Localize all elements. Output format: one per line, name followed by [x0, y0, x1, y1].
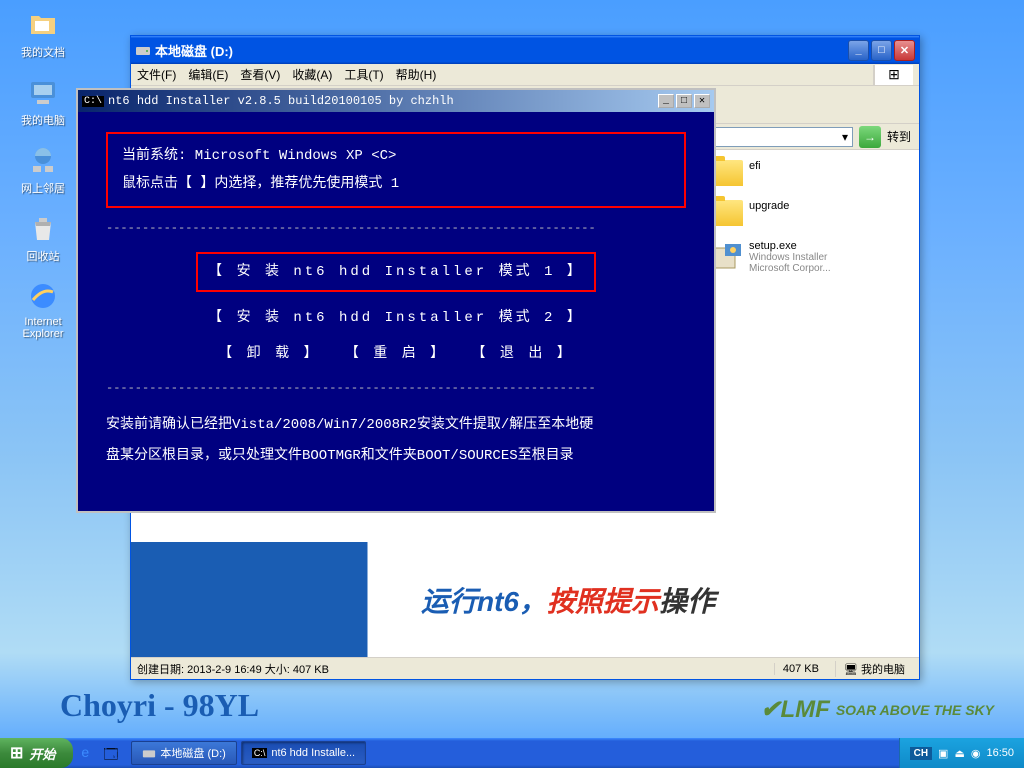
desktop-ie[interactable]: Internet Explorer — [8, 280, 78, 340]
tray-safe-remove-icon[interactable]: ⏏ — [954, 747, 964, 760]
desktop-label: 网上邻居 — [8, 180, 78, 196]
desktop-recycle-bin[interactable]: 回收站 — [8, 212, 78, 264]
taskbar: ⊞ 开始 e 🗔 本地磁盘 (D:) C:\ nt6 hdd Installe.… — [0, 738, 1024, 768]
desktop-network[interactable]: 网上邻居 — [8, 144, 78, 196]
maximize-button[interactable]: □ — [676, 94, 692, 108]
system-info-box: 当前系统: Microsoft Windows XP <C> 鼠标点击【 】内选… — [106, 132, 686, 208]
installer-options: 【 安 装 nt6 hdd Installer 模式 1 】 【 安 装 nt6… — [106, 248, 686, 368]
desktop-label: 回收站 — [8, 248, 78, 264]
status-size: 407 KB — [774, 663, 827, 675]
desktop-my-computer[interactable]: 我的电脑 — [8, 76, 78, 128]
menu-view[interactable]: 查看(V) — [240, 66, 280, 83]
desktop-label: 我的电脑 — [8, 112, 78, 128]
menu-edit[interactable]: 编辑(E) — [188, 66, 228, 83]
explorer-titlebar[interactable]: 本地磁盘 (D:) _ □ ✕ — [131, 36, 919, 64]
uninstall-button[interactable]: 【 卸 载 】 — [210, 342, 328, 366]
desktop-my-documents[interactable]: 我的文档 — [8, 8, 78, 60]
installer-note: 安装前请确认已经把Vista/2008/Win7/2008R2安装文件提取/解压… — [106, 410, 686, 472]
menu-favorites[interactable]: 收藏(A) — [292, 66, 332, 83]
status-location: 🖥 我的电脑 — [835, 661, 913, 677]
installer-title: nt6 hdd Installer v2.8.5 build20100105 b… — [108, 94, 656, 108]
recycle-bin-icon — [27, 212, 59, 244]
xp-flag-icon: ⊞ — [873, 65, 913, 85]
taskbar-item-explorer[interactable]: 本地磁盘 (D:) — [131, 741, 236, 765]
documents-icon — [27, 8, 59, 40]
cmd-icon: C:\ — [82, 96, 104, 107]
tray-vm-icon[interactable]: ▣ — [938, 747, 948, 760]
minimize-button[interactable]: _ — [848, 40, 869, 61]
current-system: 当前系统: Microsoft Windows XP <C> — [122, 142, 670, 170]
separator: ----------------------------------------… — [106, 376, 686, 400]
instruction-text: 鼠标点击【 】内选择，推荐优先使用模式 1 — [122, 170, 670, 198]
installer-window: C:\ nt6 hdd Installer v2.8.5 build201001… — [76, 88, 716, 513]
desktop-label: Internet Explorer — [8, 316, 78, 340]
taskbar-item-installer[interactable]: C:\ nt6 hdd Installe... — [241, 741, 366, 765]
banner-text: 运行nt6，按照提示操作 — [421, 580, 715, 620]
explorer-menubar: 文件(F) 编辑(E) 查看(V) 收藏(A) 工具(T) 帮助(H) ⊞ — [131, 64, 919, 86]
language-indicator[interactable]: CH — [910, 747, 932, 760]
separator: ----------------------------------------… — [106, 216, 686, 240]
menu-help[interactable]: 帮助(H) — [396, 66, 437, 83]
go-label: 转到 — [887, 128, 911, 145]
watermark-choyri: Choyri - 98YL — [60, 687, 259, 724]
desktop-label: 我的文档 — [8, 44, 78, 60]
computer-icon — [27, 76, 59, 108]
quick-launch: e 🗔 — [73, 744, 129, 762]
cmd-icon: C:\ — [252, 748, 268, 758]
system-tray: CH ▣ ⏏ ◉ 16:50 — [899, 738, 1024, 768]
start-button[interactable]: ⊞ 开始 — [0, 738, 73, 768]
installer-body: 当前系统: Microsoft Windows XP <C> 鼠标点击【 】内选… — [78, 112, 714, 511]
explorer-statusbar: 创建日期: 2013-2-9 16:49 大小: 407 KB 407 KB 🖥… — [131, 657, 919, 679]
minimize-button[interactable]: _ — [658, 94, 674, 108]
install-mode-1-button[interactable]: 【 安 装 nt6 hdd Installer 模式 1 】 — [196, 252, 596, 292]
windows-flag-icon: ⊞ — [10, 743, 23, 763]
menu-tools[interactable]: 工具(T) — [344, 66, 383, 83]
close-button[interactable]: ✕ — [894, 40, 915, 61]
installer-titlebar[interactable]: C:\ nt6 hdd Installer v2.8.5 build201001… — [78, 90, 714, 112]
instruction-banner: 运行nt6，按照提示操作 — [131, 542, 919, 657]
dropdown-icon[interactable]: ▾ — [842, 130, 848, 144]
reboot-button[interactable]: 【 重 启 】 — [337, 342, 455, 366]
watermark-ylmf: ✔LMF SOAR ABOVE THE SKY — [760, 695, 994, 724]
folder-efi[interactable]: efi — [711, 160, 901, 186]
ie-icon — [27, 280, 59, 312]
tray-disk-icon[interactable]: ◉ — [971, 747, 981, 760]
ie-icon[interactable]: e — [81, 744, 99, 762]
go-button[interactable]: → — [859, 126, 881, 148]
menu-file[interactable]: 文件(F) — [137, 66, 176, 83]
network-icon — [27, 144, 59, 176]
close-button[interactable]: ✕ — [694, 94, 710, 108]
ylmf-logo-icon: ✔LMF — [760, 695, 829, 724]
tray-clock[interactable]: 16:50 — [986, 747, 1014, 759]
drive-icon — [142, 746, 156, 760]
computer-icon: 🖥 — [844, 664, 858, 676]
install-mode-2-button[interactable]: 【 安 装 nt6 hdd Installer 模式 2 】 — [198, 300, 594, 336]
exit-button[interactable]: 【 退 出 】 — [464, 342, 582, 366]
drive-icon — [135, 42, 151, 58]
explorer-title: 本地磁盘 (D:) — [155, 41, 848, 60]
folder-upgrade[interactable]: upgrade — [711, 200, 901, 226]
status-info: 创建日期: 2013-2-9 16:49 大小: 407 KB — [137, 661, 329, 677]
file-list: efi upgrade setup.exe Windows Installer … — [711, 160, 901, 274]
maximize-button[interactable]: □ — [871, 40, 892, 61]
file-setup-exe[interactable]: setup.exe Windows Installer Microsoft Co… — [711, 240, 901, 274]
show-desktop-icon[interactable]: 🗔 — [103, 744, 121, 762]
